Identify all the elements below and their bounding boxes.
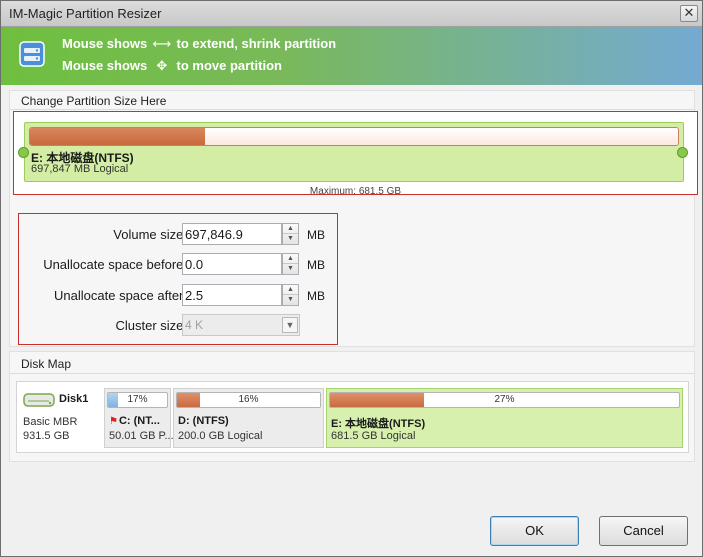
- spin-up-icon[interactable]: ▲: [283, 224, 298, 234]
- partition-e-percent: 27%: [494, 394, 515, 405]
- partition-d-name: D: (NTFS): [178, 415, 229, 427]
- horizontal-resize-icon: ⟷: [152, 36, 172, 51]
- hint-line-resize: Mouse shows ⟷ to extend, shrink partitio…: [62, 36, 336, 52]
- partition-block[interactable]: E: 本地磁盘(NTFS) 697,847 MB Logical: [24, 122, 684, 182]
- partition-c-usage-bar: 17%: [107, 392, 168, 408]
- partition-e-usage-bar: 27%: [329, 392, 680, 408]
- hint-banner: Mouse shows ⟷ to extend, shrink partitio…: [1, 27, 702, 85]
- spin-down-icon[interactable]: ▼: [283, 264, 298, 274]
- partition-c-label: C: (NT...: [118, 415, 160, 427]
- volume-size-row: Volume size: 697,846.9 ▲ ▼ MB: [19, 223, 337, 247]
- unallocate-before-unit: MB: [307, 258, 325, 272]
- volume-size-spinner[interactable]: ▲ ▼: [282, 223, 299, 245]
- unallocate-before-input[interactable]: 0.0: [182, 253, 282, 275]
- flag-icon: ⚑: [109, 416, 118, 427]
- title-bar: IM-Magic Partition Resizer ✕: [1, 1, 702, 27]
- cluster-size-row: Cluster size: 4 K ▼: [19, 314, 337, 338]
- partition-resize-area: E: 本地磁盘(NTFS) 697,847 MB Logical Maximum…: [13, 111, 698, 197]
- hint-move-prefix: Mouse shows: [62, 58, 148, 73]
- disk-map-divider: [9, 373, 695, 374]
- unallocate-before-label: Unallocate space before:: [43, 257, 187, 272]
- unallocate-after-label: Unallocate space after:: [54, 288, 187, 303]
- disk-partition-e[interactable]: 27% E: 本地磁盘(NTFS) 681.5 GB Logical: [326, 388, 683, 448]
- spin-up-icon[interactable]: ▲: [283, 285, 298, 295]
- unallocate-after-input[interactable]: 2.5: [182, 284, 282, 306]
- chevron-down-icon[interactable]: ▼: [282, 317, 298, 333]
- cluster-size-label: Cluster size:: [115, 318, 187, 333]
- cancel-button-label: Cancel: [623, 523, 664, 538]
- hint-move-text: to move partition: [176, 58, 282, 73]
- cluster-size-select[interactable]: 4 K ▼: [182, 314, 300, 336]
- unallocate-after-row: Unallocate space after: 2.5 ▲ ▼ MB: [19, 284, 337, 308]
- left-resize-handle[interactable]: [18, 147, 29, 158]
- hint-resize-prefix: Mouse shows: [62, 36, 148, 51]
- maximum-size-label: Maximum: 681.5 GB: [309, 186, 402, 197]
- partition-size-label: 697,847 MB Logical: [31, 163, 129, 175]
- close-icon: ✕: [683, 5, 695, 20]
- unallocate-before-spinner[interactable]: ▲ ▼: [282, 253, 299, 275]
- ok-button[interactable]: OK: [490, 516, 579, 546]
- unallocate-after-spinner[interactable]: ▲ ▼: [282, 284, 299, 306]
- volume-size-unit: MB: [307, 228, 325, 242]
- disk-info[interactable]: Disk1 Basic MBR 931.5 GB: [23, 390, 103, 446]
- cluster-size-value: 4 K: [185, 318, 204, 332]
- close-button[interactable]: ✕: [680, 5, 698, 22]
- volume-size-input[interactable]: 697,846.9: [182, 223, 282, 245]
- hard-disk-icon: [23, 393, 55, 407]
- partition-c-name: ⚑C: (NT...: [109, 415, 160, 427]
- disk-name: Disk1: [59, 393, 89, 405]
- partition-e-name: E: 本地磁盘(NTFS): [331, 418, 426, 430]
- volume-size-label: Volume size:: [113, 227, 187, 242]
- disk-map-title: Disk Map: [21, 357, 72, 371]
- unallocate-before-row: Unallocate space before: 0.0 ▲ ▼ MB: [19, 253, 337, 277]
- partition-usage-bar: [29, 127, 679, 146]
- partition-c-size: 50.01 GB P...: [109, 430, 174, 442]
- partition-e-size: 681.5 GB Logical: [331, 430, 416, 442]
- partition-used-fill: [30, 128, 205, 145]
- partition-c-percent: 17%: [127, 394, 148, 405]
- move-cursor-icon: ✥: [156, 58, 168, 73]
- disk-resize-icon: [19, 41, 45, 67]
- spin-down-icon[interactable]: ▼: [283, 234, 298, 244]
- hint-line-move: Mouse shows ✥ to move partition: [62, 58, 282, 74]
- partition-d-size: 200.0 GB Logical: [178, 430, 263, 442]
- window-title: IM-Magic Partition Resizer: [9, 6, 162, 21]
- resize-section-divider: [9, 109, 695, 110]
- partition-resizer-window: IM-Magic Partition Resizer ✕ Mouse shows…: [0, 0, 703, 557]
- spin-up-icon[interactable]: ▲: [283, 254, 298, 264]
- disk-partition-c[interactable]: 17% ⚑C: (NT... 50.01 GB P...: [104, 388, 174, 448]
- hint-resize-text: to extend, shrink partition: [176, 36, 337, 51]
- cancel-button[interactable]: Cancel: [599, 516, 688, 546]
- unallocate-after-unit: MB: [307, 289, 325, 303]
- partition-free-fill: [204, 128, 678, 145]
- partition-d-percent: 16%: [238, 394, 259, 405]
- size-fields-box: Volume size: 697,846.9 ▲ ▼ MB Unallocate…: [18, 213, 338, 345]
- ok-button-label: OK: [525, 523, 544, 538]
- right-resize-handle[interactable]: [677, 147, 688, 158]
- partition-d-usage-bar: 16%: [176, 392, 321, 408]
- spin-down-icon[interactable]: ▼: [283, 295, 298, 305]
- disk-size: 931.5 GB: [23, 430, 70, 442]
- disk-map: Disk1 Basic MBR 931.5 GB 17% ⚑C: (NT... …: [16, 381, 689, 453]
- disk-type: Basic MBR: [23, 416, 78, 428]
- resize-section-title: Change Partition Size Here: [21, 94, 167, 108]
- disk-partition-d[interactable]: 16% D: (NTFS) 200.0 GB Logical: [173, 388, 324, 448]
